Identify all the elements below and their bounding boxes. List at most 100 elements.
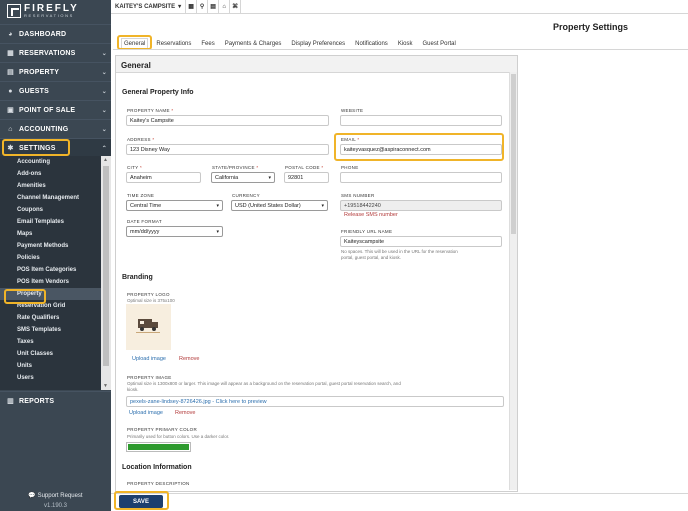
brand-subtitle: RESERVATIONS: [24, 13, 74, 18]
search-icon[interactable]: ⚲: [197, 0, 209, 14]
phone-input[interactable]: [340, 172, 502, 183]
description-label: PROPERTY DESCRIPTION: [127, 481, 190, 486]
tab-reservations[interactable]: Reservations: [154, 39, 193, 49]
property-logo-image: [126, 304, 171, 350]
tab-kiosk[interactable]: Kiosk: [396, 39, 415, 49]
sub-accounting[interactable]: Accounting: [0, 156, 101, 168]
sitemap-icon[interactable]: ⌘: [230, 0, 242, 14]
city-input[interactable]: Anaheim: [126, 172, 201, 183]
brand-logo[interactable]: FIREFLY RESERVATIONS: [0, 0, 111, 22]
sub-channel-management[interactable]: Channel Management: [0, 192, 101, 204]
nav-accounting-label: ACCOUNTING: [19, 125, 69, 133]
state-label: STATE/PROVINCE *: [212, 165, 258, 170]
nav-reservations-label: RESERVATIONS: [19, 49, 76, 57]
nav-pos-label: POINT OF SALE: [19, 106, 76, 114]
currency-value: USD (United States Dollar): [235, 203, 301, 209]
currency-label: CURRENCY: [232, 193, 260, 198]
sub-maps[interactable]: Maps: [0, 228, 101, 240]
required-marker: *: [171, 108, 174, 113]
camper-logo-icon: [136, 319, 160, 333]
sub-payment-methods[interactable]: Payment Methods: [0, 240, 101, 252]
chevron-down-icon: ▾: [268, 175, 271, 181]
building-icon: ▤: [7, 69, 14, 76]
email-highlight: [334, 133, 504, 161]
tab-notifications[interactable]: Notifications: [353, 39, 390, 49]
campsite-selector[interactable]: KAITEY'S CAMPSITE ▾: [111, 0, 187, 14]
home-icon[interactable]: ⌂: [219, 0, 231, 14]
scroll-up-icon[interactable]: ▲: [103, 157, 108, 163]
logo-upload-link[interactable]: Upload image: [132, 356, 166, 362]
sub-amenities[interactable]: Amenities: [0, 180, 101, 192]
chat-icon: 💬: [28, 493, 36, 499]
city-label-text: CITY: [127, 165, 139, 170]
primary-color-picker[interactable]: [126, 442, 191, 452]
state-select[interactable]: California ▾: [211, 172, 275, 183]
sub-pos-item-vendors[interactable]: POS Item Vendors: [0, 276, 101, 288]
release-sms-link[interactable]: Release SMS number: [344, 212, 398, 218]
chevron-down-icon: ▾: [216, 203, 219, 209]
nav-dashboard-label: DASHBOARD: [19, 30, 67, 38]
sub-coupons[interactable]: Coupons: [0, 204, 101, 216]
nav-reports[interactable]: ▥ REPORTS: [0, 391, 111, 410]
sub-units[interactable]: Units: [0, 360, 101, 372]
date-format-select[interactable]: mm/dd/yyyy ▾: [126, 226, 223, 237]
calendar-icon[interactable]: ▤: [208, 0, 220, 14]
postal-input[interactable]: 92801: [284, 172, 329, 183]
support-label: Support Request: [37, 493, 83, 499]
sub-unit-classes[interactable]: Unit Classes: [0, 348, 101, 360]
top-toolbar: KAITEY'S CAMPSITE ▾ ▦ ⚲ ▤ ⌂ ⌘: [111, 0, 688, 14]
settings-highlight: [2, 139, 70, 156]
postal-label: POSTAL CODE *: [285, 165, 323, 170]
required-marker: *: [256, 165, 259, 170]
website-input[interactable]: [340, 115, 502, 126]
nav-guests[interactable]: ● GUESTS ⌄: [0, 81, 111, 100]
register-icon: ▣: [7, 107, 14, 114]
image-remove-link[interactable]: Remove: [175, 410, 195, 416]
property-name-input[interactable]: Kaitey's Campsite: [126, 115, 329, 126]
nav-accounting[interactable]: ⌂ ACCOUNTING ⌄: [0, 119, 111, 138]
primary-color-fill: [128, 444, 189, 450]
dashboard-icon: ◕: [8, 30, 13, 38]
panel-scrollbar-thumb[interactable]: [511, 74, 516, 234]
sub-users[interactable]: Users: [0, 372, 101, 384]
date-format-value: mm/dd/yyyy: [130, 229, 160, 235]
sub-sms-templates[interactable]: SMS Templates: [0, 324, 101, 336]
logo-remove-link[interactable]: Remove: [179, 356, 199, 362]
calendar-icon: ▦: [7, 50, 14, 57]
support-request-link[interactable]: 💬 Support Request: [0, 492, 111, 499]
settings-submenu: Accounting Add-ons Amenities Channel Man…: [0, 156, 101, 390]
address-input[interactable]: 123 Disney Way: [126, 144, 329, 155]
date-format-label: DATE FORMAT: [127, 219, 162, 224]
panel-scrollbar[interactable]: [509, 72, 517, 490]
app-version: v1.190.3: [43, 503, 68, 509]
required-marker: *: [139, 165, 142, 170]
image-upload-link[interactable]: Upload image: [129, 410, 163, 416]
tab-payments-charges[interactable]: Payments & Charges: [223, 39, 284, 49]
sub-policies[interactable]: Policies: [0, 252, 101, 264]
sub-email-templates[interactable]: Email Templates: [0, 216, 101, 228]
sub-rate-qualifiers[interactable]: Rate Qualifiers: [0, 312, 101, 324]
image-file-link[interactable]: pexels-zane-lindsey-8726426.jpg - Click …: [126, 396, 504, 407]
tab-guest-portal[interactable]: Guest Portal: [420, 39, 457, 49]
scrollbar-thumb[interactable]: [103, 166, 109, 366]
friendly-url-input[interactable]: Kaiteyscampsite: [340, 236, 502, 247]
sub-pos-item-categories[interactable]: POS Item Categories: [0, 264, 101, 276]
grid-icon[interactable]: ▦: [186, 0, 198, 14]
tab-divider: [113, 49, 688, 50]
tab-display-preferences[interactable]: Display Preferences: [289, 39, 347, 49]
sub-add-ons[interactable]: Add-ons: [0, 168, 101, 180]
timezone-select[interactable]: Central Time ▾: [126, 200, 223, 211]
currency-select[interactable]: USD (United States Dollar) ▾: [231, 200, 328, 211]
sub-taxes[interactable]: Taxes: [0, 336, 101, 348]
nav-dashboard[interactable]: ◕ DASHBOARD: [0, 24, 111, 43]
submenu-scrollbar[interactable]: ▲ ▼: [101, 156, 111, 390]
caret-down-icon: ▾: [178, 4, 182, 10]
friendly-url-label: FRIENDLY URL NAME: [341, 229, 393, 234]
tab-fees[interactable]: Fees: [199, 39, 216, 49]
nav-property[interactable]: ▤ PROPERTY ⌄: [0, 62, 111, 81]
scroll-down-icon[interactable]: ▼: [103, 383, 108, 389]
nav-point-of-sale[interactable]: ▣ POINT OF SALE ⌄: [0, 100, 111, 119]
primary-color-label: PROPERTY PRIMARY COLOR: [127, 427, 198, 432]
save-highlight: [114, 491, 169, 510]
nav-reservations[interactable]: ▦ RESERVATIONS ⌄: [0, 43, 111, 62]
